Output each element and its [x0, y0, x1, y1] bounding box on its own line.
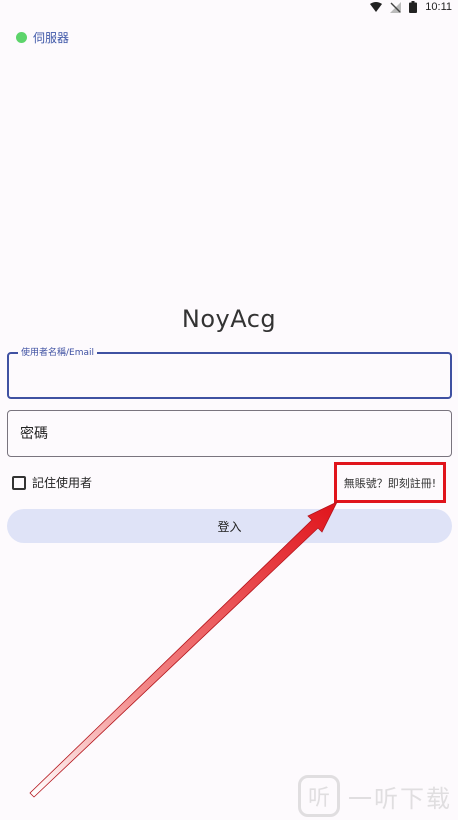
password-field[interactable] [7, 410, 452, 457]
no-signal-icon [390, 1, 402, 13]
watermark: 听 一听下载 [298, 775, 452, 817]
password-input[interactable] [8, 411, 451, 456]
wifi-icon [370, 2, 383, 12]
status-time: 10:11 [425, 1, 452, 13]
remember-user-checkbox[interactable] [12, 475, 26, 490]
username-field[interactable]: 使用者名稱/Email [7, 347, 452, 399]
remember-user-row[interactable]: 記住使用者 [12, 474, 92, 491]
remember-user-label: 記住使用者 [32, 476, 93, 490]
register-link[interactable]: 無賬號？即刻註冊! [334, 462, 446, 503]
username-input[interactable] [9, 354, 450, 397]
login-button[interactable]: 登入 [7, 509, 452, 543]
server-label: 伺服器 [33, 31, 70, 45]
battery-icon [409, 1, 418, 13]
server-status[interactable]: 伺服器 [16, 29, 69, 46]
watermark-logo: 听 [298, 775, 340, 817]
app-title: NoyAcg [181, 305, 277, 333]
status-bar: 10:11 [0, 0, 458, 14]
watermark-text: 一听下载 [348, 784, 452, 813]
server-status-dot [16, 32, 27, 43]
